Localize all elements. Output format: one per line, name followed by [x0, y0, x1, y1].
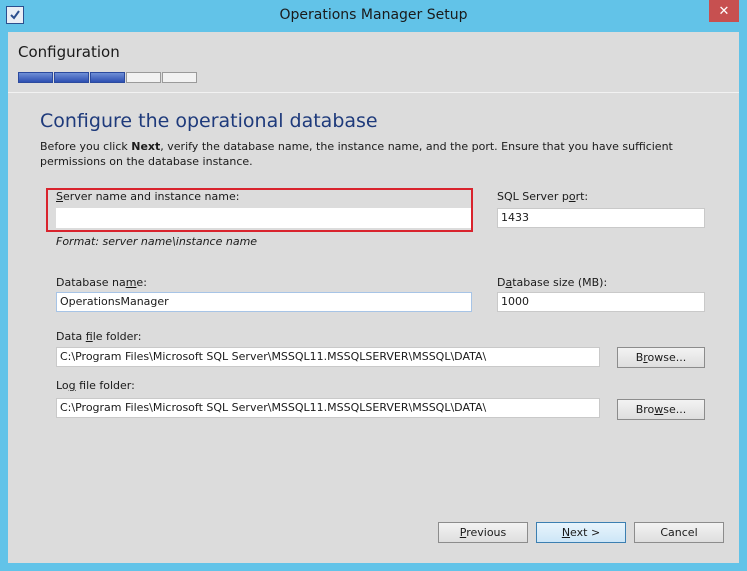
- progress-step-done: [18, 72, 53, 83]
- dialog-client-area: Configuration Configure the operational …: [8, 32, 739, 563]
- next-button[interactable]: Next >: [536, 522, 626, 543]
- progress-step-todo: [162, 72, 197, 83]
- sql-port-input[interactable]: 1433: [497, 208, 705, 228]
- title-bar[interactable]: Operations Manager Setup ✕: [0, 0, 747, 32]
- data-folder-label: Data file folder:: [56, 330, 142, 343]
- browse-data-folder-button[interactable]: Browse...: [617, 347, 705, 368]
- progress-step-done: [54, 72, 89, 83]
- close-icon: ✕: [718, 3, 730, 19]
- progress-step-todo: [126, 72, 161, 83]
- cancel-button[interactable]: Cancel: [634, 522, 724, 543]
- page-heading: Configure the operational database: [40, 110, 378, 132]
- log-folder-input[interactable]: C:\Program Files\Microsoft SQL Server\MS…: [56, 398, 600, 418]
- database-name-input[interactable]: OperationsManager: [56, 292, 472, 312]
- wizard-page: Configure the operational database Befor…: [8, 93, 739, 563]
- sql-port-label: SQL Server port:: [497, 190, 589, 203]
- browse-log-folder-button[interactable]: Browse...: [617, 399, 705, 420]
- database-size-label: Database size (MB):: [497, 276, 608, 289]
- data-folder-input[interactable]: C:\Program Files\Microsoft SQL Server\MS…: [56, 347, 600, 367]
- close-button[interactable]: ✕: [709, 0, 739, 22]
- server-name-highlight: [46, 188, 473, 232]
- setup-window: Operations Manager Setup ✕ Configuration…: [0, 0, 747, 571]
- format-hint: Format: server name\instance name: [56, 235, 258, 248]
- database-size-input[interactable]: 1000: [497, 292, 705, 312]
- instructions-text: Before you click Next, verify the databa…: [40, 140, 673, 168]
- section-title: Configuration: [18, 43, 120, 61]
- database-name-label: Database name:: [56, 276, 147, 289]
- wizard-header: Configuration: [8, 32, 739, 93]
- progress-step-done: [90, 72, 125, 83]
- log-folder-label: Log file folder:: [56, 379, 135, 392]
- window-title: Operations Manager Setup: [279, 7, 468, 23]
- previous-button[interactable]: Previous: [438, 522, 528, 543]
- progress-indicator: [18, 72, 197, 83]
